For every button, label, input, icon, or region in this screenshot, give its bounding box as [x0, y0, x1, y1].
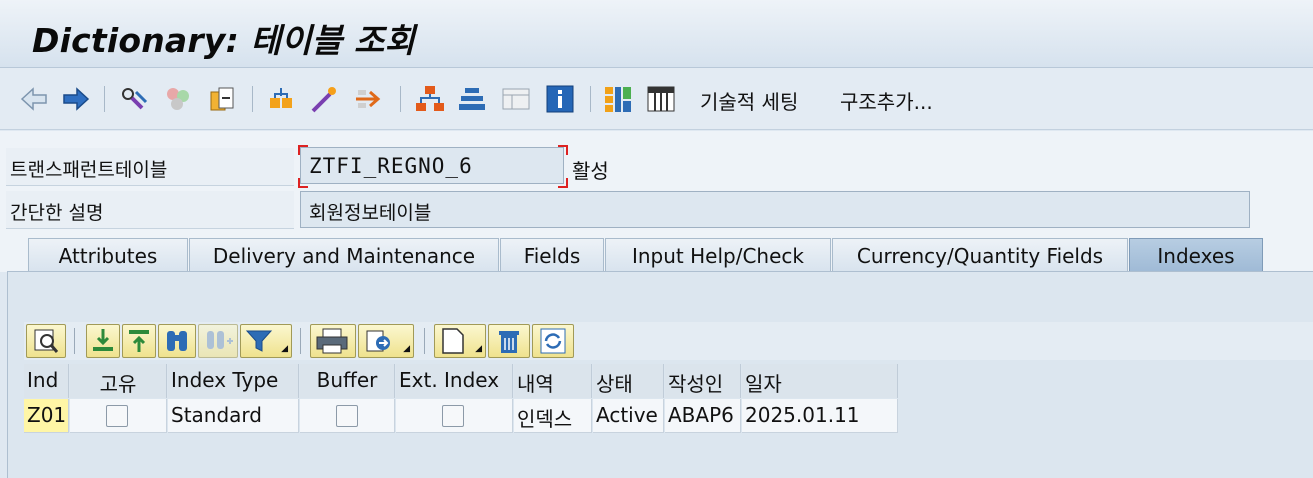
align-bottom-icon: [93, 329, 113, 351]
activation-status: 활성: [572, 159, 609, 183]
where-used-icon[interactable]: [266, 84, 298, 114]
column-header-date[interactable]: 일자: [742, 364, 898, 398]
forward-arrow-icon[interactable]: [60, 84, 92, 114]
align-top-button[interactable]: [122, 324, 156, 358]
screen-title: Dictionary: 테이블 조회: [32, 21, 416, 60]
align-bottom-button[interactable]: [86, 324, 120, 358]
tab-label: Input Help/Check: [631, 244, 804, 268]
cell-status[interactable]: Active: [593, 399, 664, 433]
column-header-index-type[interactable]: Index Type: [168, 364, 299, 398]
cell-date[interactable]: 2025.01.11: [742, 399, 898, 433]
column-header-description[interactable]: 내역: [514, 364, 592, 398]
grid-toolbar: ◢ ◢ ◢: [24, 322, 1313, 360]
cell-ext-index: [396, 399, 513, 433]
required-bracket-br: [558, 178, 568, 188]
short-description-field[interactable]: 회원정보테이블: [300, 191, 1250, 228]
cell-index-type[interactable]: Standard: [168, 399, 299, 433]
cell-unique: [70, 399, 167, 433]
table-type-label: 트랜스패런트테이블: [6, 148, 294, 186]
cell-ind[interactable]: Z01: [24, 399, 69, 433]
find-next-icon: [207, 331, 233, 349]
print-icon: [316, 328, 348, 354]
export-button[interactable]: ◢: [358, 324, 414, 358]
cell-buffer: [300, 399, 395, 433]
details-button[interactable]: [26, 324, 66, 358]
unique-checkbox[interactable]: [106, 405, 128, 427]
table-header-area: 트랜스패런트테이블 ZTFI_REGNO_6 활성 간단한 설명 회원정보테이블: [0, 131, 1313, 236]
create-button[interactable]: ◢: [434, 324, 486, 358]
tab-label: Currency/Quantity Fields: [856, 244, 1104, 268]
tab-fields[interactable]: Fields: [500, 238, 604, 272]
tab-input-help-check[interactable]: Input Help/Check: [605, 238, 831, 272]
tab-label: Delivery and Maintenance: [212, 244, 476, 268]
required-bracket-tl: [298, 145, 308, 155]
details-icon: [34, 329, 59, 353]
tab-indexes[interactable]: Indexes: [1129, 238, 1263, 272]
refresh-button[interactable]: [532, 324, 574, 358]
refresh-icon: [540, 328, 566, 354]
cell-description[interactable]: 인덱스: [514, 399, 592, 433]
grid-view-icon[interactable]: [602, 84, 634, 114]
hierarchy-icon[interactable]: [414, 84, 446, 114]
delete-button[interactable]: [488, 324, 530, 358]
column-header-buffer[interactable]: Buffer: [300, 364, 395, 398]
tab-label: Indexes: [1157, 244, 1235, 268]
filter-icon: [245, 330, 273, 352]
back-arrow-icon[interactable]: [18, 84, 50, 114]
tab-label: Fields: [523, 244, 581, 268]
align-top-icon: [129, 330, 149, 352]
buffer-checkbox[interactable]: [336, 405, 358, 427]
stacked-list-icon[interactable]: [456, 84, 488, 114]
create-icon: [442, 328, 464, 354]
column-header-ind[interactable]: Ind: [24, 364, 69, 398]
find-next-button[interactable]: [198, 324, 238, 358]
tab-strip: Attributes Delivery and Maintenance Fiel…: [0, 236, 1313, 272]
tab-delivery-maintenance[interactable]: Delivery and Maintenance: [189, 238, 499, 272]
column-header-unique[interactable]: 고유: [70, 364, 167, 398]
short-description-label: 간단한 설명: [6, 191, 294, 229]
table-view-icon[interactable]: [645, 84, 677, 114]
technical-settings-button[interactable]: 기술적 세팅: [700, 86, 798, 115]
display-change-icon[interactable]: [118, 84, 150, 114]
tab-attributes[interactable]: Attributes: [28, 238, 188, 272]
object-list-icon[interactable]: [308, 84, 340, 114]
tab-currency-quantity-fields[interactable]: Currency/Quantity Fields: [832, 238, 1128, 272]
ext-index-checkbox[interactable]: [442, 405, 464, 427]
tab-label: Attributes: [58, 244, 158, 268]
delete-icon: [499, 331, 519, 353]
table-name-field[interactable]: ZTFI_REGNO_6: [300, 147, 564, 184]
info-icon[interactable]: [544, 84, 576, 114]
layout-icon[interactable]: [500, 84, 532, 114]
required-bracket-tr: [558, 145, 568, 155]
column-header-author[interactable]: 작성인: [665, 364, 741, 398]
append-structure-button[interactable]: 구조추가...: [840, 86, 933, 115]
print-button[interactable]: [310, 324, 356, 358]
application-toolbar: 기술적 세팅 구조추가...: [0, 68, 1313, 130]
navigation-window-icon[interactable]: [352, 84, 384, 114]
export-icon: [366, 330, 390, 352]
activate-icon[interactable]: [206, 84, 238, 114]
other-object-icon[interactable]: [162, 84, 194, 114]
column-header-status[interactable]: 상태: [593, 364, 664, 398]
filter-button[interactable]: ◢: [240, 324, 292, 358]
column-header-ext-index[interactable]: Ext. Index: [396, 364, 513, 398]
binoculars-icon: [167, 331, 187, 351]
required-bracket-bl: [298, 178, 308, 188]
find-button[interactable]: [158, 324, 196, 358]
cell-author[interactable]: ABAP6: [665, 399, 741, 433]
title-bar: Dictionary: 테이블 조회: [0, 0, 1313, 68]
